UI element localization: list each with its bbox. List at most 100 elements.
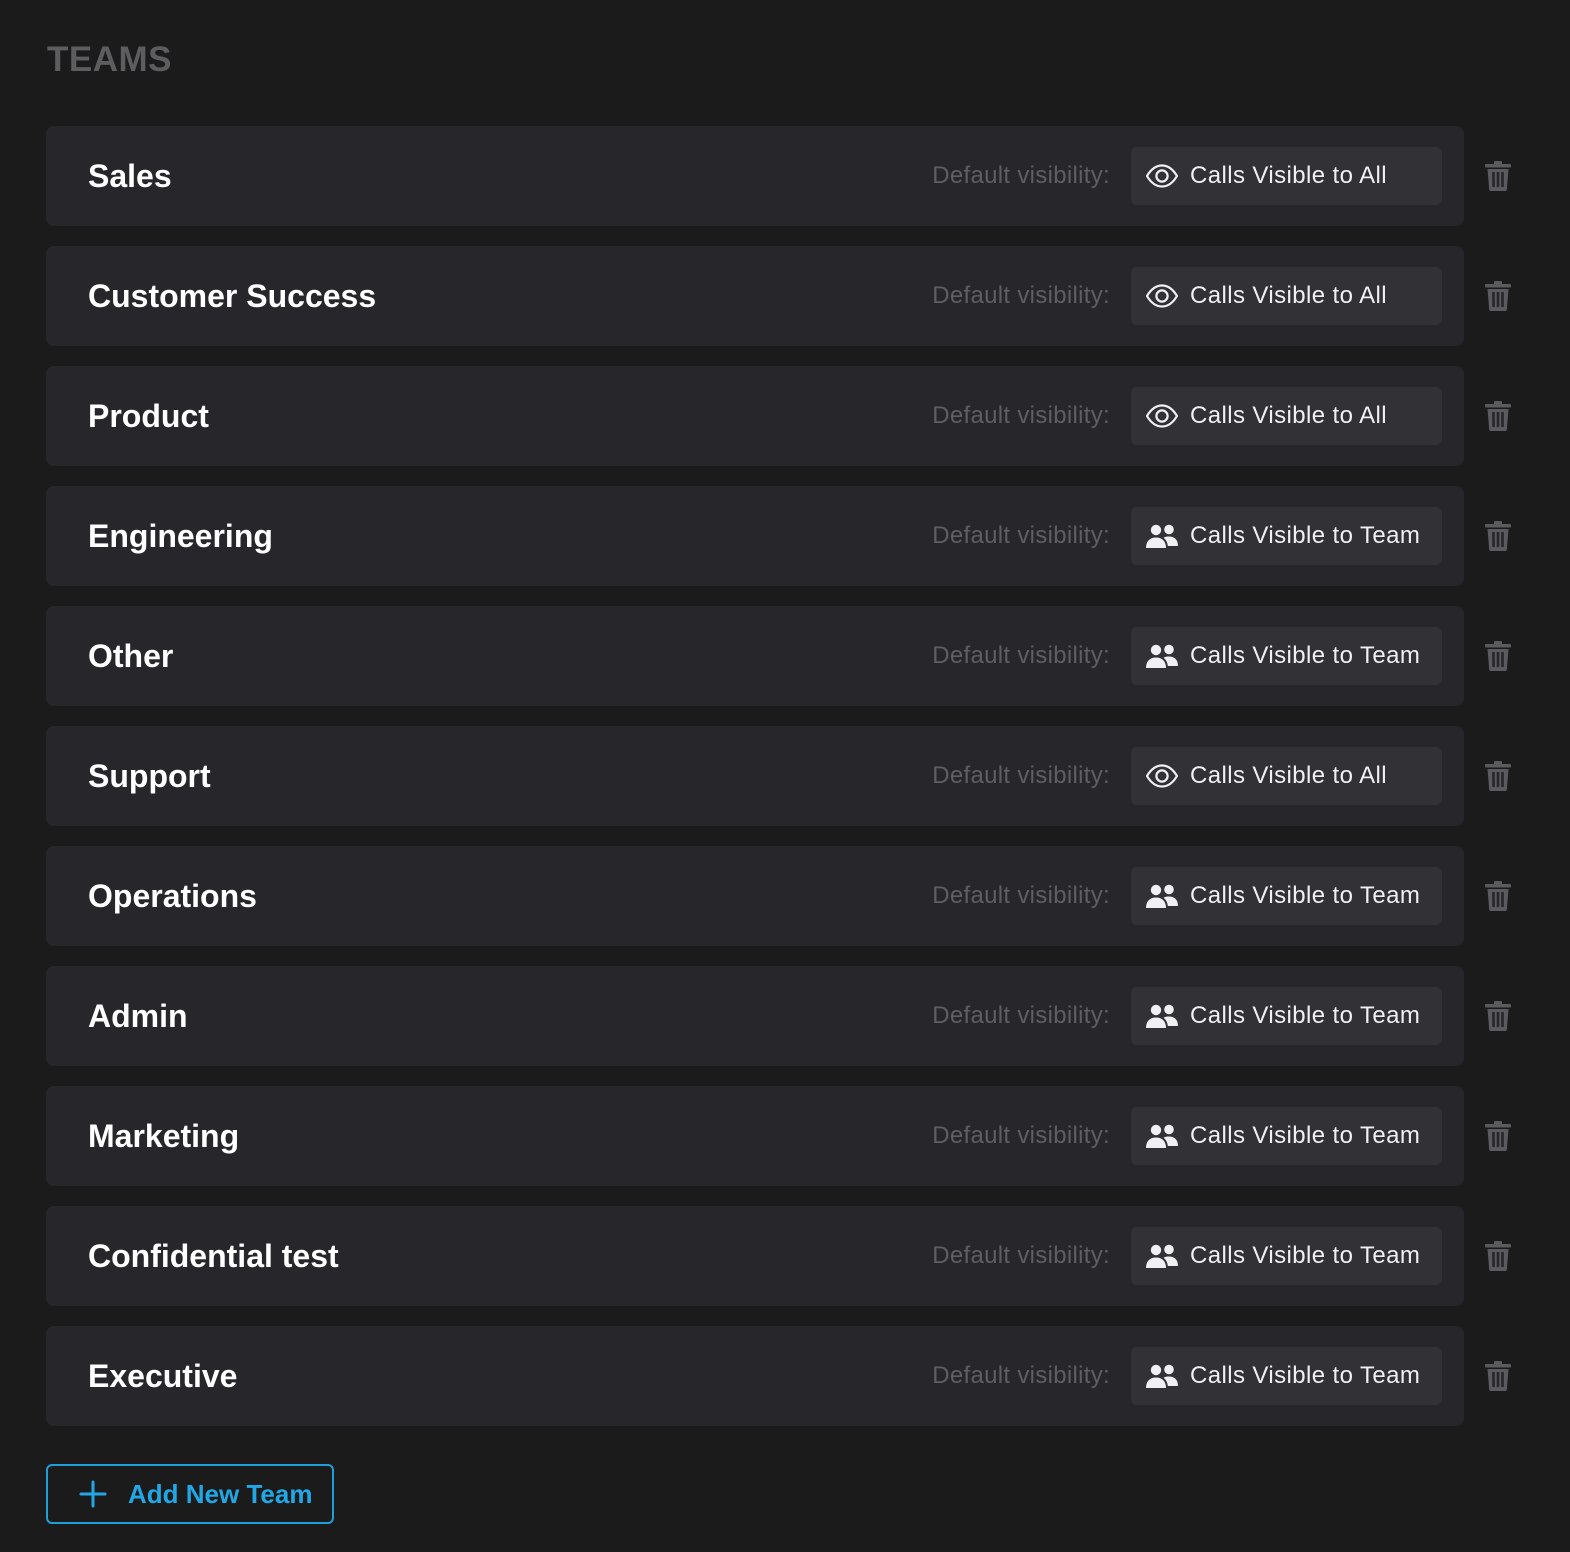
delete-team-button[interactable] (1480, 1358, 1516, 1394)
team-name: Customer Success (88, 278, 377, 314)
team-card[interactable]: Product Default visibility: Calls Visibl… (46, 366, 1464, 466)
team-card[interactable]: Admin Default visibility: Calls Visible … (46, 966, 1464, 1066)
team-name: Confidential test (88, 1238, 339, 1274)
default-visibility-label: Default visibility: (932, 1362, 1110, 1389)
team-row-3: Engineering Default visibility: Calls Vi… (46, 486, 1526, 586)
visibility-dropdown[interactable]: Calls Visible to Team (1131, 507, 1442, 565)
delete-team-button[interactable] (1480, 1238, 1516, 1274)
teams-settings-page: TEAMS Sales Default visibility: Calls Vi… (0, 0, 1570, 1552)
team-name: Engineering (88, 518, 273, 554)
users-icon (1145, 519, 1179, 553)
users-icon (1145, 1119, 1179, 1153)
team-card[interactable]: Customer Success Default visibility: Cal… (46, 246, 1464, 346)
team-row-2: Product Default visibility: Calls Visibl… (46, 366, 1526, 466)
default-visibility-label: Default visibility: (932, 282, 1110, 309)
team-name: Support (88, 758, 211, 794)
team-row-9: Confidential test Default visibility: Ca… (46, 1206, 1526, 1306)
visibility-dropdown[interactable]: Calls Visible to Team (1131, 987, 1442, 1045)
trash-icon (1485, 881, 1511, 911)
visibility-dropdown[interactable]: Calls Visible to Team (1131, 627, 1442, 685)
visibility-dropdown[interactable]: Calls Visible to All (1131, 387, 1442, 445)
team-card[interactable]: Other Default visibility: Calls Visible … (46, 606, 1464, 706)
users-icon (1145, 639, 1179, 673)
team-name: Product (88, 398, 209, 434)
default-visibility-label: Default visibility: (932, 402, 1110, 429)
delete-team-button[interactable] (1480, 278, 1516, 314)
visibility-dropdown[interactable]: Calls Visible to Team (1131, 1107, 1442, 1165)
trash-icon (1485, 161, 1511, 191)
team-row-1: Customer Success Default visibility: Cal… (46, 246, 1526, 346)
users-icon (1145, 999, 1179, 1033)
visibility-dropdown[interactable]: Calls Visible to All (1131, 747, 1442, 805)
add-new-team-button[interactable]: Add New Team (46, 1464, 334, 1524)
trash-icon (1485, 521, 1511, 551)
delete-team-button[interactable] (1480, 398, 1516, 434)
eye-icon (1145, 399, 1179, 433)
team-card[interactable]: Marketing Default visibility: Calls Visi… (46, 1086, 1464, 1186)
trash-icon (1485, 1001, 1511, 1031)
team-name: Sales (88, 158, 172, 194)
trash-icon (1485, 1241, 1511, 1271)
team-row-6: Operations Default visibility: Calls Vis… (46, 846, 1526, 946)
delete-team-button[interactable] (1480, 758, 1516, 794)
eye-icon (1145, 759, 1179, 793)
visibility-value: Calls Visible to Team (1190, 1242, 1421, 1269)
visibility-value: Calls Visible to All (1190, 162, 1387, 189)
team-name: Executive (88, 1358, 238, 1394)
default-visibility-label: Default visibility: (932, 882, 1110, 909)
team-card[interactable]: Sales Default visibility: Calls Visible … (46, 126, 1464, 226)
team-card[interactable]: Engineering Default visibility: Calls Vi… (46, 486, 1464, 586)
default-visibility-label: Default visibility: (932, 1122, 1110, 1149)
team-name: Other (88, 638, 174, 674)
visibility-value: Calls Visible to Team (1190, 1362, 1421, 1389)
team-card[interactable]: Executive Default visibility: Calls Visi… (46, 1326, 1464, 1426)
visibility-value: Calls Visible to Team (1190, 1002, 1421, 1029)
visibility-value: Calls Visible to All (1190, 402, 1387, 429)
visibility-value: Calls Visible to Team (1190, 882, 1421, 909)
visibility-value: Calls Visible to Team (1190, 522, 1421, 549)
default-visibility-label: Default visibility: (932, 1002, 1110, 1029)
team-name: Admin (88, 998, 188, 1034)
visibility-value: Calls Visible to Team (1190, 642, 1421, 669)
visibility-dropdown[interactable]: Calls Visible to Team (1131, 1227, 1442, 1285)
team-card[interactable]: Confidential test Default visibility: Ca… (46, 1206, 1464, 1306)
delete-team-button[interactable] (1480, 878, 1516, 914)
default-visibility-label: Default visibility: (932, 162, 1110, 189)
eye-icon (1145, 279, 1179, 313)
visibility-value: Calls Visible to All (1190, 762, 1387, 789)
team-row-7: Admin Default visibility: Calls Visible … (46, 966, 1526, 1066)
team-row-5: Support Default visibility: Calls Visibl… (46, 726, 1526, 826)
trash-icon (1485, 761, 1511, 791)
trash-icon (1485, 281, 1511, 311)
team-name: Operations (88, 878, 257, 914)
visibility-dropdown[interactable]: Calls Visible to All (1131, 267, 1442, 325)
team-row-4: Other Default visibility: Calls Visible … (46, 606, 1526, 706)
team-card[interactable]: Support Default visibility: Calls Visibl… (46, 726, 1464, 826)
users-icon (1145, 879, 1179, 913)
team-row-0: Sales Default visibility: Calls Visible … (46, 126, 1526, 226)
default-visibility-label: Default visibility: (932, 762, 1110, 789)
plus-icon (78, 1479, 108, 1509)
delete-team-button[interactable] (1480, 1118, 1516, 1154)
visibility-dropdown[interactable]: Calls Visible to All (1131, 147, 1442, 205)
trash-icon (1485, 401, 1511, 431)
default-visibility-label: Default visibility: (932, 522, 1110, 549)
team-list: Sales Default visibility: Calls Visible … (46, 126, 1526, 1446)
trash-icon (1485, 1361, 1511, 1391)
visibility-dropdown[interactable]: Calls Visible to Team (1131, 867, 1442, 925)
team-row-10: Executive Default visibility: Calls Visi… (46, 1326, 1526, 1426)
section-title: TEAMS (47, 40, 172, 79)
trash-icon (1485, 1121, 1511, 1151)
delete-team-button[interactable] (1480, 998, 1516, 1034)
visibility-dropdown[interactable]: Calls Visible to Team (1131, 1347, 1442, 1405)
users-icon (1145, 1359, 1179, 1393)
delete-team-button[interactable] (1480, 158, 1516, 194)
add-new-team-label: Add New Team (128, 1478, 313, 1509)
team-card[interactable]: Operations Default visibility: Calls Vis… (46, 846, 1464, 946)
delete-team-button[interactable] (1480, 518, 1516, 554)
team-name: Marketing (88, 1118, 240, 1154)
visibility-value: Calls Visible to All (1190, 282, 1387, 309)
delete-team-button[interactable] (1480, 638, 1516, 674)
team-row-8: Marketing Default visibility: Calls Visi… (46, 1086, 1526, 1186)
users-icon (1145, 1239, 1179, 1273)
